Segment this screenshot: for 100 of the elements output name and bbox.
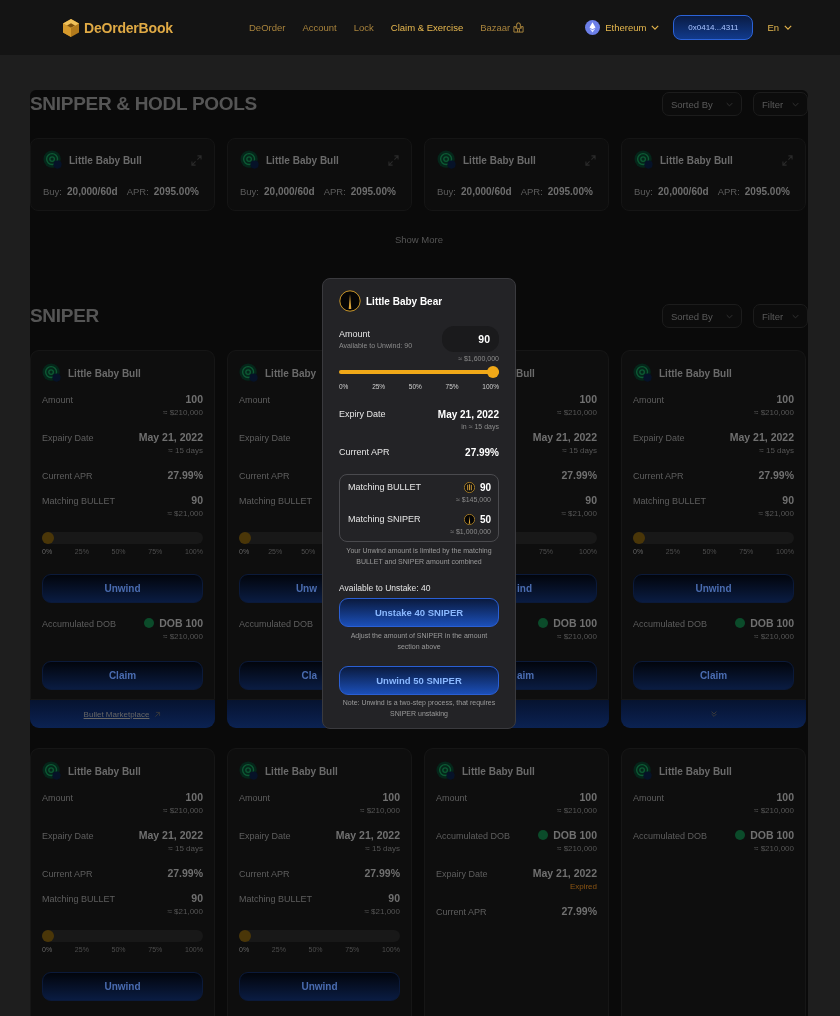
- pool-name: Little Baby Bull: [265, 765, 338, 777]
- apr-value: 2095.00%: [153, 186, 199, 197]
- stat-label: Matching BULLET: [239, 893, 313, 904]
- action-button[interactable]: Claim: [633, 661, 794, 690]
- stat-value: DOB 100: [553, 829, 597, 841]
- pool-name: Little Baby Bull: [659, 367, 732, 379]
- pool-name: Little Baby Bull: [266, 154, 339, 166]
- nav-link[interactable]: DeOrder: [249, 22, 286, 33]
- stat-subvalue: ≈ $210,000: [163, 632, 203, 641]
- stat-value: 100: [185, 393, 203, 405]
- apr-label: Current APR: [339, 447, 390, 457]
- show-more-link[interactable]: Show More: [394, 234, 444, 245]
- stat-value: 100: [185, 791, 203, 803]
- apr-label: APR:: [520, 186, 543, 197]
- stat-label: Expairy Date: [633, 432, 685, 443]
- stat-label: Amount: [42, 792, 74, 803]
- stat-value: May 21, 2022: [532, 867, 597, 879]
- stat-subvalue: ≈ $21,000: [561, 509, 597, 518]
- filter-dropdown[interactable]: Filter: [753, 304, 808, 328]
- action-button[interactable]: Claim: [42, 661, 203, 690]
- matching-value: 50: [479, 514, 491, 525]
- buy-label: Buy:: [437, 186, 456, 197]
- stat-label: Current APR: [239, 470, 290, 481]
- stat-subvalue: ≈ $210,000: [163, 806, 203, 815]
- pool-card[interactable]: Little Baby Bull Buy: 20,000/60d APR: 2095.00%: [424, 138, 609, 211]
- stat-label: Expairy Date: [239, 432, 291, 443]
- apr-value: 2095.00%: [350, 186, 396, 197]
- buy-value: 20,000/60d: [67, 186, 118, 197]
- stat-label: Matching BULLET: [42, 495, 116, 506]
- nav-link[interactable]: Account: [302, 22, 337, 33]
- apr-label: APR:: [717, 186, 740, 197]
- pool-name: Little Baby Bull: [68, 765, 141, 777]
- section-title: SNIPPER & HODL POOLS: [30, 93, 257, 115]
- stat-subvalue: Expired: [569, 882, 597, 891]
- unwind-button[interactable]: Unwind 50 SNIPER: [339, 666, 499, 695]
- pool-card[interactable]: Little Baby Bull Buy: 20,000/60d APR: 2095.00%: [227, 138, 412, 211]
- matching-value: 90: [479, 482, 491, 493]
- matching-label: Matching SNIPER: [348, 514, 421, 524]
- stat-subvalue: ≈ $21,000: [167, 907, 203, 916]
- stat-label: Accumulated DOB: [239, 618, 314, 629]
- sort-dropdown[interactable]: Sorted By: [662, 92, 742, 116]
- action-button[interactable]: Unwind: [633, 574, 794, 603]
- stat-subvalue: ≈ $210,000: [557, 632, 597, 641]
- apr-value: 27.99%: [465, 447, 499, 458]
- stat-label: Matching BULLET: [633, 495, 707, 506]
- action-button[interactable]: Unwind: [239, 972, 400, 1001]
- stat-label: Amount: [436, 792, 468, 803]
- action-button[interactable]: Unwind: [42, 574, 203, 603]
- stat-value: May 21, 2022: [138, 431, 203, 443]
- stat-value: 100: [579, 393, 597, 405]
- stat-value: 90: [191, 892, 203, 904]
- expiry-label: Expiry Date: [339, 409, 386, 419]
- filter-dropdown[interactable]: Filter: [753, 92, 808, 116]
- action-button[interactable]: Unwind: [42, 972, 203, 1001]
- stat-subvalue: ≈ $210,000: [754, 806, 794, 815]
- stat-label: Accumulated DOB: [633, 618, 708, 629]
- apr-value: 2095.00%: [744, 186, 790, 197]
- pool-name: Little Baby Bull: [659, 765, 732, 777]
- stat-label: Expairy Date: [239, 830, 291, 841]
- unstake-button[interactable]: Unstake 40 SNIPER: [339, 598, 499, 627]
- wallet-button[interactable]: 0x0414...4311: [673, 15, 754, 40]
- network-selector[interactable]: Ethereum: [585, 20, 660, 35]
- stat-label: Current APR: [42, 470, 93, 481]
- apr-label: APR:: [126, 186, 149, 197]
- pool-card[interactable]: Little Baby Bull Buy: 20,000/60d APR: 2095.00%: [30, 138, 215, 211]
- pool-name: Little Baby: [265, 367, 317, 379]
- stat-label: Current APR: [633, 470, 684, 481]
- stat-value: DOB 100: [750, 829, 794, 841]
- pool-name: Bull: [516, 367, 535, 379]
- nav-link[interactable]: Bazaar: [480, 22, 525, 33]
- pool-name: Little Baby Bull: [462, 765, 535, 777]
- logo-text[interactable]: DeOrderBook: [84, 19, 173, 36]
- stat-subvalue: ≈ $210,000: [557, 806, 597, 815]
- stat-subvalue: ≈ $21,000: [167, 509, 203, 518]
- stat-value: 27.99%: [167, 469, 203, 481]
- stat-subvalue: ≈ $210,000: [163, 408, 203, 417]
- stat-label: Current APR: [42, 868, 93, 879]
- stat-value: 27.99%: [167, 867, 203, 879]
- stat-value: DOB 100: [159, 617, 203, 629]
- sort-dropdown[interactable]: Sorted By: [662, 304, 742, 328]
- amount-label: Amount: [339, 329, 372, 339]
- stat-label: Matching BULLET: [239, 495, 313, 506]
- stat-label: Expairy Date: [42, 432, 94, 443]
- pool-card[interactable]: Little Baby Bull Buy: 20,000/60d APR: 2095.00%: [621, 138, 806, 211]
- marketplace-link[interactable]: Bullet Marketplace: [83, 709, 150, 719]
- card-footer-tab[interactable]: Bullet Marketplace: [30, 700, 215, 728]
- pool-name: Little Baby Bull: [69, 154, 142, 166]
- apr-label: APR:: [323, 186, 346, 197]
- stat-subvalue: ≈ $210,000: [754, 844, 794, 853]
- stat-label: Amount: [239, 792, 271, 803]
- stat-subvalue: ≈ $21,000: [364, 907, 400, 916]
- stat-label: Expairy Date: [436, 868, 488, 879]
- nav-link[interactable]: Claim & Exercise: [390, 22, 464, 33]
- stat-value: May 21, 2022: [729, 431, 794, 443]
- language-selector[interactable]: En: [767, 22, 792, 33]
- pool-name: Little Baby Bull: [463, 154, 536, 166]
- stat-value: 27.99%: [561, 905, 597, 917]
- amount-input[interactable]: 90: [442, 326, 499, 352]
- stat-value: 90: [388, 892, 400, 904]
- nav-link[interactable]: Lock: [353, 22, 374, 33]
